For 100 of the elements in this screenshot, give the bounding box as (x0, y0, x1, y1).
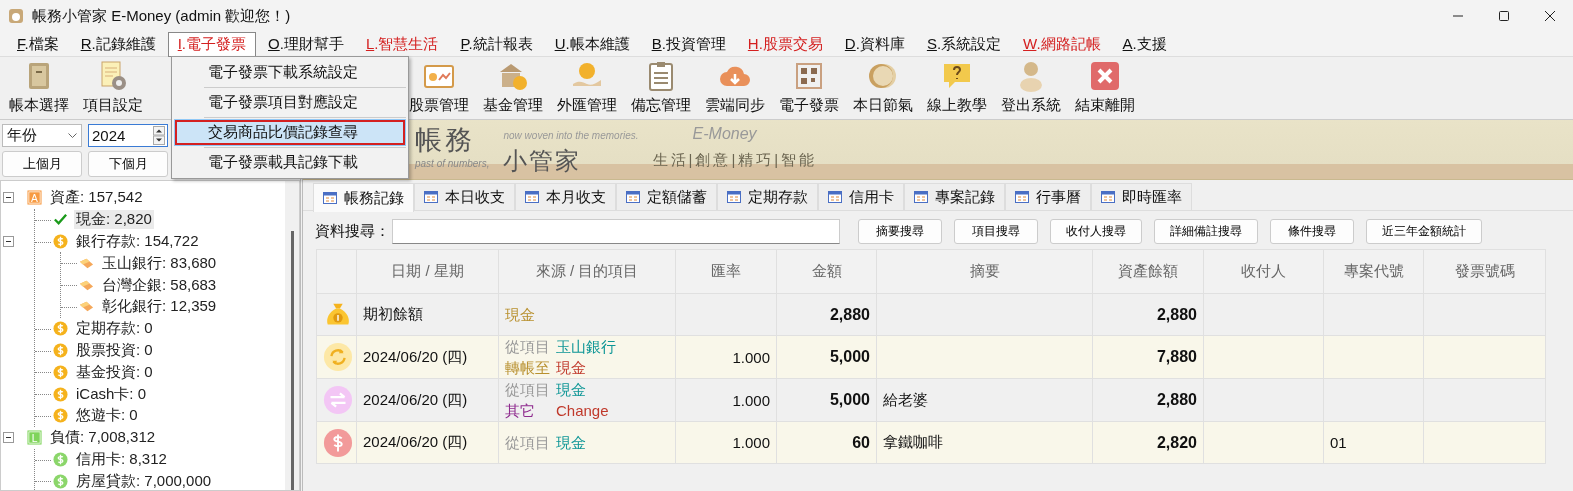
coin-icon (323, 427, 353, 458)
tab[interactable]: 行事曆 (1005, 183, 1091, 210)
column-header: 發票號碼 (1423, 249, 1546, 294)
swap-icon (323, 385, 353, 415)
toolbar-button[interactable]: 雲端同步 (698, 60, 772, 115)
column-header: 日期 / 星期 (356, 249, 499, 294)
tree-item[interactable]: 彰化銀行: 12,359 (100, 297, 219, 317)
menu-item[interactable]: W.網路記帳 (1013, 31, 1111, 57)
tab[interactable]: 信用卡 (818, 183, 904, 210)
tree-item[interactable]: 悠遊卡: 0 (74, 406, 140, 426)
table-icon (1015, 191, 1029, 203)
refresh-icon (323, 342, 353, 372)
menu-item[interactable]: L.智慧生活 (355, 31, 449, 57)
toolbar-button[interactable]: 線上教學 (920, 60, 994, 115)
tab[interactable]: 定額儲蓄 (616, 183, 717, 210)
toolbar-button[interactable]: 結束離開 (1068, 60, 1142, 115)
month-button[interactable]: 上個月 (2, 151, 82, 177)
year-spinner[interactable]: 2024 (88, 124, 168, 147)
menu-item[interactable]: 電子發票項目對應設定 (174, 89, 406, 116)
banner-motto: 生活|創意|精巧|智能 (652, 151, 818, 170)
toolbar-button[interactable]: 基金管理 (476, 60, 550, 115)
tree-item[interactable]: 銀行存款: 154,722 (74, 232, 201, 251)
spinner-arrows-icon[interactable] (153, 126, 165, 145)
tree-item[interactable]: 基金投資: 0 (74, 362, 155, 382)
table-icon (424, 191, 438, 203)
table-cell: 拿鐵咖啡 (883, 433, 943, 450)
table-cell: 1.000 (732, 391, 770, 409)
item-label: 從項目 (505, 433, 550, 453)
tree-item[interactable]: iCash卡: 0 (74, 384, 149, 404)
table-cell: 5,000 (829, 391, 870, 408)
tab[interactable]: 帳務記錄 (313, 183, 414, 212)
column-header: 來源 / 目的項目 (498, 249, 676, 294)
menu-item[interactable]: S.系統設定 (916, 31, 1012, 57)
collapse-toggle[interactable] (3, 431, 14, 443)
item-name: Change (556, 401, 609, 421)
tree-item[interactable]: 負債: 7,008,312 (48, 428, 158, 448)
tab[interactable]: 本月收支 (515, 183, 616, 210)
category-badge: A (27, 190, 42, 206)
menu-item[interactable]: F.檔案 (7, 31, 69, 57)
toolbar-button[interactable]: 登出系統 (994, 60, 1068, 115)
menu-item[interactable]: 電子發票下載系統設定 (174, 59, 406, 86)
period-dropdown[interactable]: 年份 (2, 124, 82, 147)
toolbar-button[interactable]: 電子發票 (772, 60, 846, 115)
tree-item[interactable]: 信用卡: 8,312 (74, 449, 169, 469)
table-icon (914, 191, 928, 203)
menu-item[interactable]: B.投資管理 (641, 31, 736, 57)
column-header: 專案代號 (1323, 249, 1424, 294)
tree-item[interactable]: 現金: 2,820 (74, 210, 154, 230)
search-button[interactable]: 收付人搜尋 (1050, 219, 1142, 244)
toolbar-button[interactable]: 項目設定 (76, 60, 150, 115)
table-icon (727, 191, 741, 203)
tab[interactable]: 即時匯率 (1091, 183, 1192, 210)
toolbar-button[interactable]: 外匯管理 (550, 60, 624, 115)
search-button[interactable]: 近三年金額統計 (1366, 219, 1482, 244)
menu-item[interactable]: U.帳本維護 (544, 31, 640, 57)
month-button[interactable]: 下個月 (88, 151, 168, 177)
scrollbar[interactable] (285, 181, 299, 490)
item-label: 轉帳至 (505, 358, 550, 378)
search-field[interactable] (392, 219, 840, 244)
menu-item[interactable]: I.電子發票 (167, 31, 257, 57)
tree-item[interactable]: 定期存款: 0 (74, 319, 155, 339)
caret-icon (68, 132, 77, 139)
menu-item[interactable]: H.股票交易 (737, 31, 833, 57)
item-name: 現金 (505, 305, 535, 325)
collapse-toggle[interactable] (3, 192, 14, 203)
collapse-toggle[interactable] (3, 235, 14, 247)
tree-item[interactable]: 房屋貸款: 7,000,000 (74, 471, 214, 490)
tree-item[interactable]: 玉山銀行: 83,680 (100, 253, 219, 273)
search-button[interactable]: 條件搜尋 (1270, 219, 1354, 244)
table-cell: 2024/06/20 (四) (363, 347, 468, 365)
tab[interactable]: 本日收支 (414, 183, 515, 210)
menu-item[interactable]: 電子發票載具記錄下載 (174, 149, 406, 176)
tab[interactable]: 專案記錄 (904, 183, 1005, 210)
menu-item[interactable]: P.統計報表 (450, 31, 543, 57)
table-cell: 7,880 (1156, 348, 1197, 365)
toolbar-button[interactable]: 帳本選擇 (2, 60, 76, 115)
column-header: 摘要 (876, 249, 1093, 294)
menu-item[interactable]: R.記錄維護 (70, 31, 166, 57)
table-icon (323, 192, 337, 204)
tree-item[interactable]: 股票投資: 0 (74, 340, 155, 360)
table-cell: 2,880 (829, 305, 870, 323)
tree-item[interactable]: 台灣企銀: 58,683 (100, 275, 219, 295)
tab[interactable]: 定期存款 (717, 183, 818, 210)
menu-item[interactable]: 交易商品比價記錄查尋 (174, 119, 406, 146)
exit-icon (1089, 60, 1121, 92)
menu-item[interactable]: A.支援 (1112, 31, 1177, 57)
tree-item[interactable]: 資產: 157,542 (48, 188, 145, 208)
table-cell: 2024/06/20 (四) (363, 390, 468, 408)
toolbar-button[interactable]: 備忘管理 (624, 60, 698, 115)
table-cell: 2,880 (1156, 391, 1197, 408)
window-title: 帳務小管家 E-Money (admin 歡迎您！) (32, 6, 292, 26)
table-icon (525, 191, 539, 203)
search-button[interactable]: 詳細備註搜尋 (1154, 219, 1258, 244)
table-cell: 2,820 (1156, 433, 1197, 451)
menu-item[interactable]: O.理財幫手 (258, 31, 354, 57)
column-header: 金額 (776, 249, 877, 294)
menu-item[interactable]: D.資料庫 (834, 31, 915, 57)
toolbar-button[interactable]: 本日節氣 (846, 60, 920, 115)
search-button[interactable]: 項目搜尋 (954, 219, 1038, 244)
search-button[interactable]: 摘要搜尋 (858, 219, 942, 244)
